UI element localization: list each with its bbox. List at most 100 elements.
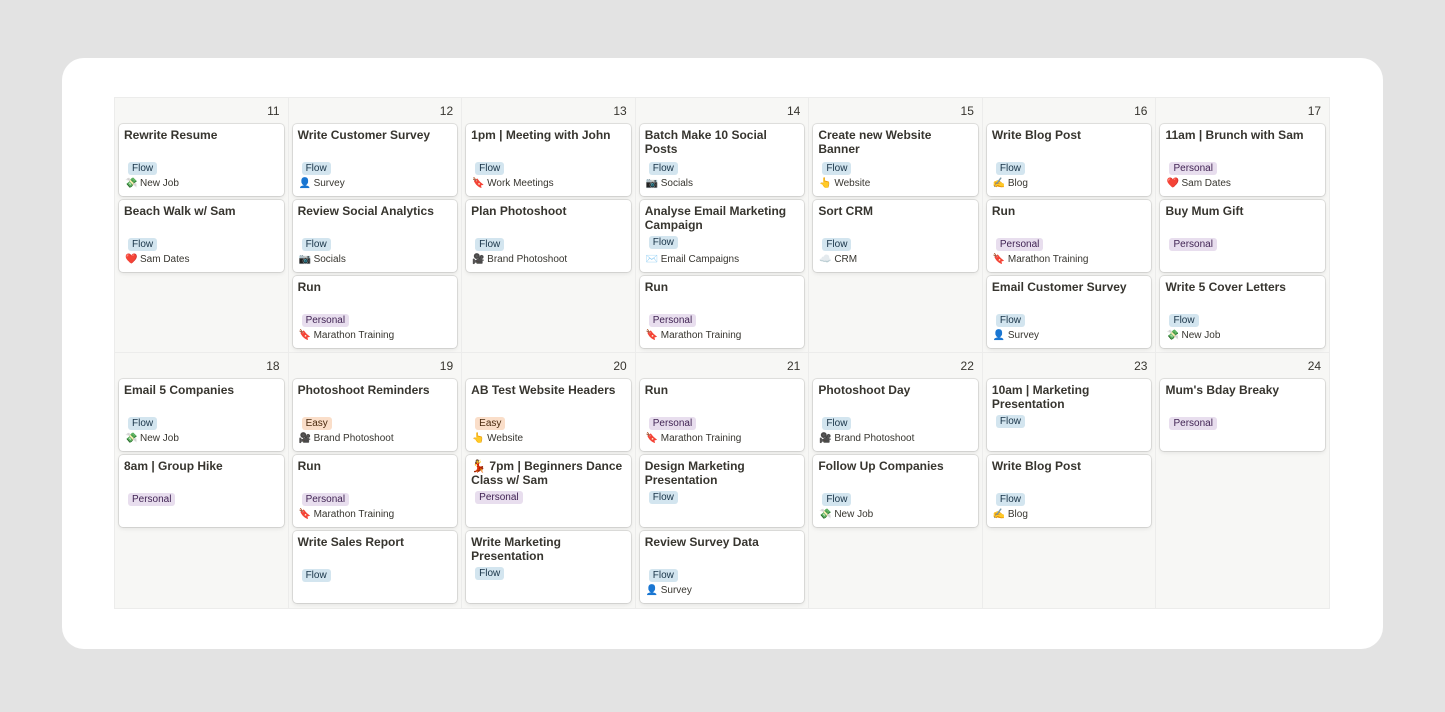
- event-title: Plan Photoshoot: [471, 204, 567, 218]
- event-card-write-blog-post[interactable]: Write Blog Post Flow ✍️ Blog: [986, 124, 1152, 196]
- event-card-1pm-meeting-with-john[interactable]: 1pm | Meeting with John Flow 🔖 Work Meeting…: [466, 124, 631, 196]
- event-card-plan-photoshoot[interactable]: Plan Photoshoot Flow 🎥 Brand Photoshoot: [466, 200, 631, 272]
- event-project-label: Survey: [1007, 330, 1040, 341]
- event-card-write-customer-survey[interactable]: Write Customer Survey Flow 👤 Survey: [292, 124, 458, 196]
- event-project: 🔖 Marathon Training: [646, 432, 742, 446]
- event-card-run[interactable]: Run Personal 🔖 Marathon Training: [639, 379, 805, 451]
- event-project-label: Marathon Training: [313, 330, 395, 341]
- event-title: 11am | Brunch with Sam: [1165, 128, 1304, 142]
- event-card-8am-group-hike[interactable]: 8am | Group Hike Personal: [119, 455, 284, 527]
- event-card-run[interactable]: Run Personal 🔖 Marathon Training: [292, 455, 458, 527]
- event-project: 🔖 Marathon Training: [646, 329, 742, 343]
- event-project: 🔖 Marathon Training: [299, 329, 395, 343]
- calendar-day-23[interactable]: 23 10am | Marketing Presentation Flow Write…: [982, 353, 1157, 609]
- event-card-write-marketing-presentation[interactable]: Write Marketing Presentation Flow: [466, 531, 631, 603]
- calendar-day-11[interactable]: 11 Rewrite Resume Flow 💸 New Job Beach Walk w…: [115, 98, 289, 353]
- event-card-10am-marketing-presentation[interactable]: 10am | Marketing Presentation Flow: [986, 379, 1152, 451]
- person-icon: 👤: [645, 585, 659, 596]
- event-card-email-5-companies[interactable]: Email 5 Companies Flow 💸 New Job: [119, 379, 284, 451]
- event-tag-easy: Easy: [475, 417, 506, 430]
- calendar-day-24[interactable]: 24 Mum's Bday Breaky Personal: [1156, 353, 1331, 609]
- event-card-run[interactable]: Run Personal 🔖 Marathon Training: [639, 276, 805, 348]
- calendar-day-16[interactable]: 16 Write Blog Post Flow ✍️ Blog Run Personal 🔖 M…: [982, 98, 1157, 353]
- writing-hand-icon: ✍️: [992, 178, 1006, 189]
- event-tag-personal: Personal: [1169, 162, 1217, 175]
- calendar-day-22[interactable]: 22 Photoshoot Day Flow 🎥 Brand Photoshoot Fol…: [809, 353, 983, 609]
- event-title: Email Customer Survey: [991, 280, 1127, 294]
- event-project: ✍️ Blog: [993, 177, 1028, 191]
- event-card-email-customer-survey[interactable]: Email Customer Survey Flow 👤 Survey: [986, 276, 1152, 348]
- event-project-label: Marathon Training: [1007, 254, 1089, 265]
- event-card-write-5-cover-letters[interactable]: Write 5 Cover Letters Flow 💸 New Job: [1160, 276, 1326, 348]
- event-card-batch-make-10-social-posts[interactable]: Batch Make 10 Social Posts Flow 📷 Socials: [639, 124, 805, 196]
- event-title: Review Social Analytics: [297, 204, 434, 218]
- event-card-follow-up-companies[interactable]: Follow Up Companies Flow 💸 New Job: [813, 455, 978, 527]
- event-tag-flow: Flow: [1169, 314, 1199, 327]
- event-title: Follow Up Companies: [818, 459, 944, 473]
- event-card-7pm-beginners-dance-class-w-sam[interactable]: 💃 7pm | Beginners Dance Class w/ Sam Pers…: [466, 455, 631, 527]
- event-tag-flow: Flow: [995, 415, 1026, 428]
- event-title: 💃 7pm | Beginners Dance Class w/ Sam: [471, 459, 623, 487]
- calendar-day-15[interactable]: 15 Create new Website Banner Flow 👆 Website S…: [809, 98, 983, 353]
- event-card-photoshoot-day[interactable]: Photoshoot Day Flow 🎥 Brand Photoshoot: [813, 379, 978, 451]
- event-title: 8am | Group Hike: [124, 459, 223, 473]
- event-title: Photoshoot Reminders: [297, 383, 430, 397]
- event-card-run[interactable]: Run Personal 🔖 Marathon Training: [292, 276, 458, 348]
- event-title: Run: [297, 280, 321, 294]
- calendar-day-13[interactable]: 13 1pm | Meeting with John Flow 🔖 Work Meeti…: [462, 98, 636, 353]
- event-project-label: Work Meetings: [487, 178, 554, 189]
- event-card-write-sales-report[interactable]: Write Sales Report Flow: [292, 531, 458, 603]
- event-card-11am-brunch-with-sam[interactable]: 11am | Brunch with Sam Personal ❤️ Sam Date…: [1160, 124, 1326, 196]
- event-project: 👤 Survey: [646, 584, 692, 598]
- writing-hand-icon: ✍️: [992, 509, 1006, 520]
- event-tag-personal: Personal: [1169, 417, 1217, 430]
- event-title: Buy Mum Gift: [1165, 204, 1244, 218]
- calendar-day-14[interactable]: 14 Batch Make 10 Social Posts Flow 📷 Socials…: [635, 98, 810, 353]
- calendar-day-21[interactable]: 21 Run Personal 🔖 Marathon Training Design Ma…: [635, 353, 810, 609]
- event-tag-flow: Flow: [822, 417, 852, 430]
- event-card-buy-mum-gift[interactable]: Buy Mum Gift Personal: [1160, 200, 1326, 272]
- event-card-write-blog-post[interactable]: Write Blog Post Flow ✍️ Blog: [986, 455, 1152, 527]
- event-tag-flow: Flow: [822, 162, 852, 175]
- envelope-icon: ✉️: [645, 254, 659, 265]
- event-card-sort-crm[interactable]: Sort CRM Flow ☁️ CRM: [813, 200, 978, 272]
- event-tag-flow: Flow: [995, 493, 1026, 506]
- event-project-label: Blog: [1007, 509, 1028, 520]
- calendar-day-12[interactable]: 12 Write Customer Survey Flow 👤 Survey Review…: [288, 98, 463, 353]
- event-project-label: Marathon Training: [660, 330, 742, 341]
- calendar-day-19[interactable]: 19 Photoshoot Reminders Easy 🎥 Brand Photosh…: [288, 353, 463, 609]
- bookmark-icon: 🔖: [645, 433, 659, 444]
- event-card-review-survey-data[interactable]: Review Survey Data Flow 👤 Survey: [639, 531, 805, 603]
- bookmark-icon: 🔖: [992, 254, 1006, 265]
- calendar-week: 11 Rewrite Resume Flow 💸 New Job Beach Walk w…: [115, 98, 1331, 353]
- calendar-day-18[interactable]: 18 Email 5 Companies Flow 💸 New Job 8am | Gro…: [115, 353, 289, 609]
- calendar-day-20[interactable]: 20 AB Test Website Headers Easy 👆 Website 💃 7…: [462, 353, 636, 609]
- event-card-analyse-email-marketing-campaign[interactable]: Analyse Email Marketing Campaign Flow ✉️ Em…: [639, 200, 805, 272]
- event-card-ab-test-website-headers[interactable]: AB Test Website Headers Easy 👆 Website: [466, 379, 631, 451]
- event-title: Write Sales Report: [297, 535, 405, 549]
- event-title: Write Blog Post: [991, 459, 1082, 473]
- calendar-week: 18 Email 5 Companies Flow 💸 New Job 8am | Gro…: [115, 353, 1331, 609]
- event-tag-personal: Personal: [301, 493, 350, 506]
- event-project: 👤 Survey: [299, 177, 345, 191]
- event-tag-flow: Flow: [301, 162, 331, 175]
- money-icon: 💸: [125, 178, 138, 189]
- event-card-beach-walk-w-sam[interactable]: Beach Walk w/ Sam Flow ❤️ Sam Dates: [119, 200, 284, 272]
- event-card-mum-s-bday-breaky[interactable]: Mum's Bday Breaky Personal: [1160, 379, 1326, 451]
- calendar-day-17[interactable]: 17 11am | Brunch with Sam Personal ❤️ Sam Da…: [1156, 98, 1331, 353]
- event-project-label: Website: [487, 433, 524, 444]
- event-title: Beach Walk w/ Sam: [124, 204, 236, 218]
- event-card-rewrite-resume[interactable]: Rewrite Resume Flow 💸 New Job: [119, 124, 284, 196]
- event-card-review-social-analytics[interactable]: Review Social Analytics Flow 📷 Socials: [292, 200, 458, 272]
- pointer-icon: 👆: [819, 178, 832, 189]
- event-card-photoshoot-reminders[interactable]: Photoshoot Reminders Easy 🎥 Brand Photoshoo…: [292, 379, 458, 451]
- event-card-create-new-website-banner[interactable]: Create new Website Banner Flow 👆 Website: [813, 124, 978, 196]
- event-project-label: Marathon Training: [660, 433, 742, 444]
- event-tag-personal: Personal: [475, 491, 523, 504]
- event-tag-flow: Flow: [128, 238, 158, 251]
- event-project: 📷 Socials: [299, 253, 346, 267]
- event-card-run[interactable]: Run Personal 🔖 Marathon Training: [986, 200, 1152, 272]
- event-project: 💸 New Job: [125, 432, 179, 446]
- event-card-design-marketing-presentation[interactable]: Design Marketing Presentation Flow: [639, 455, 805, 527]
- event-tag-personal: Personal: [648, 417, 697, 430]
